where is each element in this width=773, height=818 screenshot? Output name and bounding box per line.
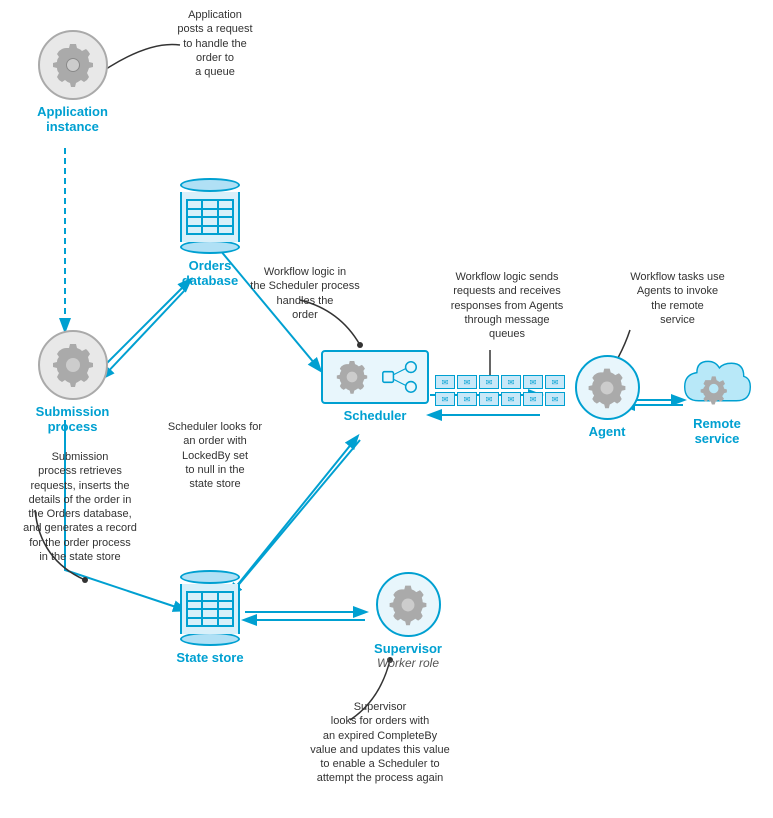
db-cell	[218, 209, 233, 218]
db-cell	[187, 200, 202, 209]
msg-block: ✉	[457, 392, 477, 406]
remote-service-node: Remote service	[672, 352, 762, 446]
db-cell	[202, 601, 217, 610]
workflow-icon-svg	[379, 358, 417, 396]
db-grid-ss	[186, 591, 234, 627]
db-cell	[187, 226, 202, 235]
db-cell	[187, 618, 202, 627]
db-cell	[218, 601, 233, 610]
db-cell	[187, 209, 202, 218]
db-cell	[218, 217, 233, 226]
cylinder-body-ss	[180, 584, 240, 634]
msg-block: ✉	[523, 392, 543, 406]
scheduler-looks-annotation: Scheduler looks for an order with Locked…	[140, 420, 290, 491]
remote-service-label: Remote service	[693, 416, 741, 446]
scheduler-box	[321, 350, 429, 404]
cylinder-bottom	[180, 240, 240, 254]
supervisor-gear-icon	[376, 572, 441, 637]
sends-receives-annotation: Workflow logic sends requests and receiv…	[432, 270, 582, 341]
db-cell	[202, 209, 217, 218]
db-cell	[202, 200, 217, 209]
orders-db-cylinder	[180, 178, 240, 254]
supervisor-annotation: Supervisor looks for orders with an expi…	[280, 700, 480, 786]
submission-process-node: Submission process	[25, 330, 120, 434]
state-store-node: State store	[170, 570, 250, 665]
queue-row-1: ✉ ✉ ✉ ✉ ✉ ✉	[435, 375, 565, 389]
agent-label: Agent	[589, 424, 626, 439]
db-cell	[187, 592, 202, 601]
submission-gear-svg	[48, 340, 98, 390]
msg-block: ✉	[457, 375, 477, 389]
cylinder-top	[180, 178, 240, 192]
orders-database-node: Orders database	[170, 178, 250, 288]
db-cell	[202, 226, 217, 235]
supervisor-gear-svg	[385, 582, 431, 628]
cylinder-top-ss	[180, 570, 240, 584]
db-cell	[202, 618, 217, 627]
agents-invoke-annotation: Workflow tasks use Agents to invoke the …	[605, 270, 750, 327]
scheduler-gear-svg	[333, 358, 371, 396]
agent-gear-svg	[584, 365, 630, 411]
msg-block: ✉	[435, 375, 455, 389]
diagram-container: Application instance Application posts a…	[0, 0, 773, 818]
submission-label: Submission process	[36, 404, 110, 434]
msg-block: ✉	[479, 375, 499, 389]
db-cell	[202, 592, 217, 601]
state-store-cylinder	[180, 570, 240, 646]
db-cell	[187, 217, 202, 226]
db-cell	[218, 200, 233, 209]
db-cell	[218, 226, 233, 235]
application-instance-node: Application instance	[25, 30, 120, 134]
db-cell	[218, 609, 233, 618]
db-cell	[202, 609, 217, 618]
submission-gear-icon	[38, 330, 108, 400]
worker-role-label: Worker role	[377, 656, 439, 670]
queue-visual: ✉ ✉ ✉ ✉ ✉ ✉ ✉ ✉ ✉ ✉ ✉ ✉	[435, 375, 565, 406]
agent-gear-icon	[575, 355, 640, 420]
db-grid	[186, 199, 234, 235]
cloud-svg	[680, 352, 755, 412]
app-queue-annotation: Application posts a request to handle th…	[155, 8, 275, 79]
supervisor-label: Supervisor	[374, 641, 442, 656]
application-label: Application instance	[37, 104, 108, 134]
msg-block: ✉	[501, 392, 521, 406]
msg-block: ✉	[501, 375, 521, 389]
agent-node: Agent	[567, 355, 647, 439]
msg-block: ✉	[545, 392, 565, 406]
msg-block: ✉	[545, 375, 565, 389]
queue-row-2: ✉ ✉ ✉ ✉ ✉ ✉	[435, 392, 565, 406]
cylinder-body	[180, 192, 240, 242]
application-gear-icon	[38, 30, 108, 100]
msg-block: ✉	[523, 375, 543, 389]
db-cell	[202, 217, 217, 226]
message-queues: ✉ ✉ ✉ ✉ ✉ ✉ ✉ ✉ ✉ ✉ ✉ ✉	[435, 375, 565, 406]
gear-svg	[48, 40, 98, 90]
msg-block: ✉	[435, 392, 455, 406]
scheduler-annotation: Workflow logic in the Scheduler process …	[240, 265, 370, 322]
db-cell	[187, 601, 202, 610]
scheduler-node: Scheduler	[310, 350, 440, 423]
db-cell	[218, 618, 233, 627]
msg-block: ✉	[479, 392, 499, 406]
submission-annotation: Submission process retrieves requests, i…	[0, 450, 160, 564]
orders-db-label: Orders database	[182, 258, 238, 288]
supervisor-node: Supervisor Worker role	[348, 572, 468, 670]
db-cell	[218, 592, 233, 601]
state-store-label: State store	[176, 650, 243, 665]
cylinder-bottom-ss	[180, 632, 240, 646]
scheduler-label: Scheduler	[344, 408, 407, 423]
db-cell	[187, 609, 202, 618]
